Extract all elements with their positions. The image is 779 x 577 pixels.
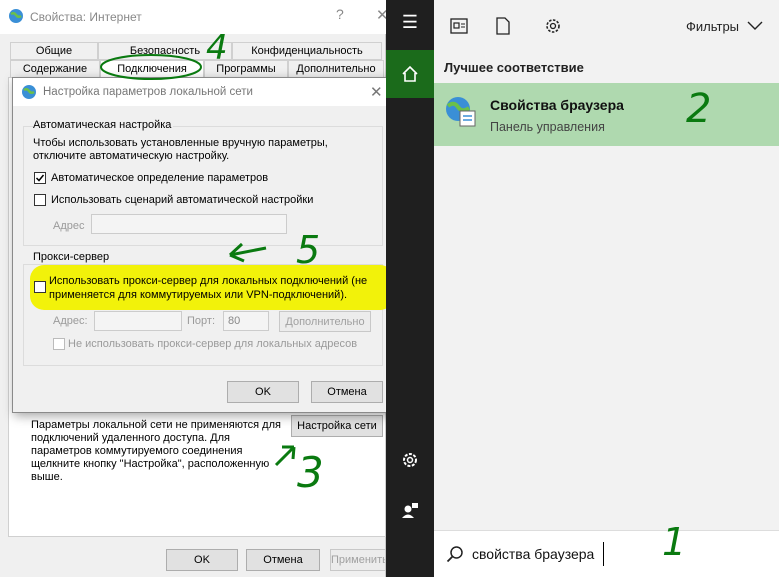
help-button[interactable]: ? (336, 6, 344, 22)
globe-icon (8, 8, 24, 27)
filters-label: Фильтры (686, 19, 740, 34)
auto-detect-label: Автоматическое определение параметров (51, 172, 269, 184)
cancel-button[interactable]: Отмена (311, 381, 383, 403)
use-proxy-checkbox[interactable] (34, 281, 46, 293)
user-feedback-icon[interactable] (400, 500, 420, 523)
tab-content[interactable]: Содержание (10, 60, 100, 78)
best-match-result[interactable]: Свойства браузера Панель управления (434, 83, 779, 146)
result-title: Свойства браузера (490, 97, 624, 113)
ie-titlebar: Свойства: Интернет ? ✕ (0, 0, 389, 34)
annotation-3: 3 (297, 448, 324, 497)
search-results-pane: Фильтры Лучшее соответствие Свойства бра… (434, 0, 779, 577)
port-label: Порт: (187, 315, 215, 327)
lan-settings-dialog: Настройка параметров локальной сети ✕ Ав… (12, 77, 395, 413)
use-proxy-label-line1: Использовать прокси-сервер для локальных… (49, 275, 368, 287)
tab-connections[interactable]: Подключения (100, 60, 204, 78)
search-box[interactable]: свойства браузера (434, 530, 779, 577)
dialog-title: Настройка параметров локальной сети (43, 86, 253, 98)
bypass-local-label: Не использовать прокси-сервер для локаль… (68, 338, 358, 350)
proxy-address-field[interactable] (94, 311, 182, 331)
document-icon[interactable] (496, 17, 510, 38)
script-address-label: Адрес (53, 220, 85, 232)
home-icon[interactable] (386, 50, 434, 98)
auto-script-label: Использовать сценарий автоматической нас… (51, 194, 314, 206)
ok-button[interactable]: OK (166, 549, 238, 571)
chevron-down-icon (747, 21, 763, 30)
proxy-group-label: Прокси-сервер (33, 251, 112, 263)
proxy-advanced-button[interactable]: Дополнительно (279, 311, 371, 332)
apps-icon[interactable] (450, 18, 468, 37)
auto-config-description: Чтобы использовать установленные вручную… (33, 137, 328, 162)
lan-info-text: Параметры локальной сети не применяются … (31, 419, 281, 483)
search-input[interactable]: свойства браузера (472, 546, 594, 562)
tab-general[interactable]: Общие (10, 42, 98, 60)
checkmark-icon (35, 174, 45, 182)
internet-options-icon (444, 95, 478, 132)
filters-dropdown[interactable]: Фильтры (686, 19, 763, 34)
port-field[interactable]: 80 (223, 311, 269, 331)
script-address-field[interactable] (91, 214, 287, 234)
auto-config-group-label: Автоматическая настройка (33, 119, 174, 131)
globe-icon (21, 84, 37, 103)
lan-settings-button[interactable]: Настройка сети (291, 415, 383, 437)
ok-button[interactable]: OK (227, 381, 299, 403)
best-match-heading: Лучшее соответствие (444, 60, 584, 75)
search-top-bar: Фильтры (434, 0, 779, 52)
search-left-rail: ☰ (386, 0, 434, 577)
use-proxy-label-line2: применяется для коммутируемых или VPN-по… (49, 289, 348, 301)
result-subtitle: Панель управления (490, 120, 605, 134)
bypass-local-checkbox[interactable] (53, 338, 65, 350)
close-button[interactable]: ✕ (370, 83, 383, 101)
cancel-button[interactable]: Отмена (246, 549, 320, 571)
tab-advanced[interactable]: Дополнительно (288, 60, 384, 78)
annotation-1: 1 (662, 520, 687, 564)
lan-titlebar: Настройка параметров локальной сети ✕ (13, 78, 394, 106)
auto-script-checkbox[interactable] (34, 194, 46, 206)
yellow-highlight (30, 265, 394, 310)
settings-icon[interactable] (544, 17, 562, 38)
hamburger-menu-icon[interactable]: ☰ (386, 12, 434, 42)
apply-button[interactable]: Применить (330, 549, 386, 571)
window-title: Свойства: Интернет (30, 10, 142, 24)
tab-privacy[interactable]: Конфиденциальность (232, 42, 382, 60)
annotation-5: 5 (296, 228, 321, 272)
search-icon (446, 545, 464, 566)
annotation-2: 2 (686, 86, 712, 132)
auto-detect-checkbox[interactable] (34, 172, 46, 184)
proxy-address-label: Адрес: (53, 315, 88, 327)
annotation-4: 4 (206, 28, 228, 68)
text-caret (603, 542, 604, 566)
gear-icon[interactable] (400, 450, 420, 473)
